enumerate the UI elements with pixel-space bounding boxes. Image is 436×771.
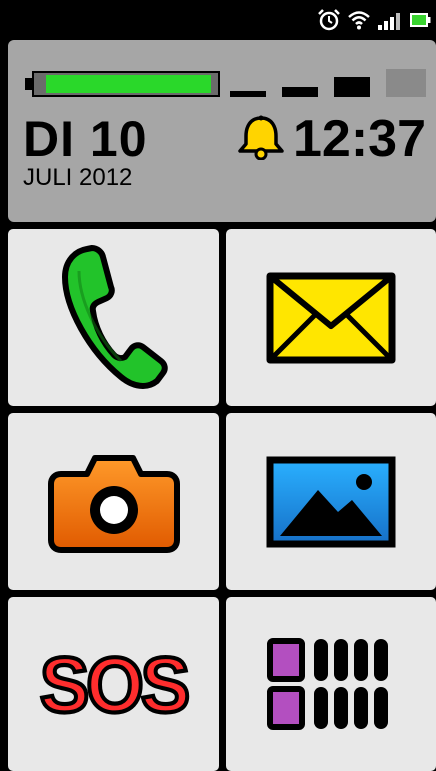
camera-tile[interactable]: [8, 413, 219, 590]
phone-icon: [61, 244, 168, 389]
signal-bar: [334, 77, 370, 97]
battery-level-fill: [46, 75, 211, 93]
signal-bar: [230, 91, 266, 97]
envelope-icon: [266, 272, 396, 363]
alarm-clock-icon: [318, 9, 340, 31]
battery-terminal: [25, 78, 32, 90]
messages-tile[interactable]: [226, 229, 436, 406]
apps-tile[interactable]: [226, 597, 436, 771]
sos-tile[interactable]: SOS: [8, 597, 219, 771]
header-panel[interactable]: DI 10 JULI 2012 12:37: [8, 40, 436, 222]
clock-time: 12:37: [293, 110, 426, 168]
camera-icon: [47, 454, 180, 553]
date-month-year: JULI 2012: [23, 164, 133, 191]
date-day: DI 10: [23, 111, 148, 167]
battery-indicator: [32, 71, 220, 97]
battery-icon: [410, 13, 431, 27]
signal-bar: [282, 87, 318, 97]
sos-label: SOS: [38, 638, 192, 729]
signal-bar: [386, 69, 426, 97]
bell-icon: [238, 115, 284, 160]
status-bar: [0, 0, 436, 38]
wifi-icon: [348, 11, 370, 30]
phone-tile[interactable]: [8, 229, 219, 406]
apps-grid-icon: [267, 638, 388, 730]
gallery-tile[interactable]: [226, 413, 436, 590]
cell-signal-icon: [378, 13, 400, 30]
picture-icon: [266, 456, 396, 547]
